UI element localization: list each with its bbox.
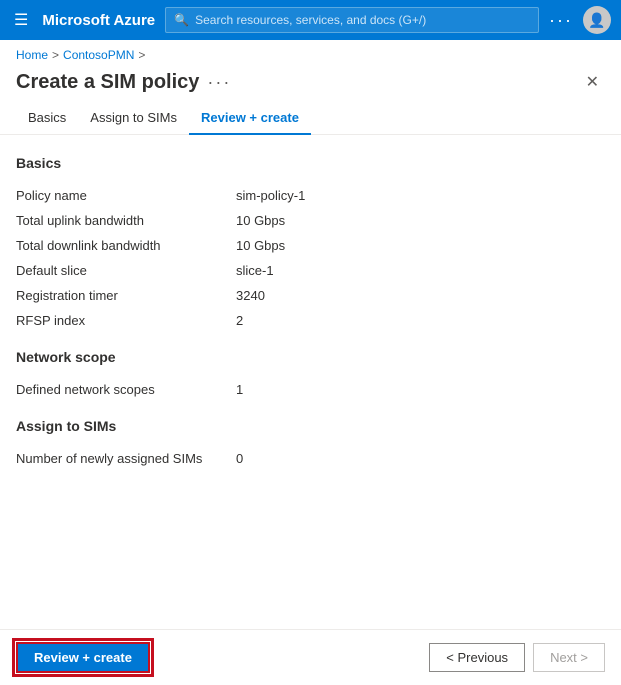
network-scope-table: Defined network scopes 1 <box>16 377 605 402</box>
basics-section-title: Basics <box>16 155 605 171</box>
downlink-bw-value: 10 Gbps <box>236 233 605 258</box>
main-area: Home > ContosoPMN > Create a SIM policy … <box>0 40 621 685</box>
page-header: Create a SIM policy ··· ✕ <box>0 66 621 102</box>
table-row: RFSP index 2 <box>16 308 605 333</box>
search-placeholder: Search resources, services, and docs (G+… <box>195 13 426 27</box>
assign-sims-section-title: Assign to SIMs <box>16 418 605 434</box>
search-icon: 🔍 <box>174 13 189 27</box>
policy-name-value[interactable]: sim-policy-1 <box>236 183 605 208</box>
breadcrumb: Home > ContosoPMN > <box>0 40 621 66</box>
footer: Review + create < Previous Next > <box>0 629 621 685</box>
new-sims-value[interactable]: 0 <box>236 446 605 471</box>
reg-timer-label: Registration timer <box>16 283 236 308</box>
basics-table: Policy name sim-policy-1 Total uplink ba… <box>16 183 605 333</box>
tabs-bar: Basics Assign to SIMs Review + create <box>0 102 621 135</box>
reg-timer-value: 3240 <box>236 283 605 308</box>
tab-assign-sims[interactable]: Assign to SIMs <box>78 102 189 135</box>
breadcrumb-sep2: > <box>138 48 145 62</box>
table-row: Total uplink bandwidth 10 Gbps <box>16 208 605 233</box>
policy-name-label: Policy name <box>16 183 236 208</box>
page-more-icon[interactable]: ··· <box>207 72 231 93</box>
downlink-bw-label: Total downlink bandwidth <box>16 233 236 258</box>
default-slice-label: Default slice <box>16 258 236 283</box>
table-row: Defined network scopes 1 <box>16 377 605 402</box>
table-row: Total downlink bandwidth 10 Gbps <box>16 233 605 258</box>
next-button: Next > <box>533 643 605 672</box>
uplink-bw-value: 10 Gbps <box>236 208 605 233</box>
default-slice-value[interactable]: slice-1 <box>236 258 605 283</box>
review-create-button[interactable]: Review + create <box>16 642 150 673</box>
breadcrumb-pmn[interactable]: ContosoPMN <box>63 48 134 62</box>
rfsp-label: RFSP index <box>16 308 236 333</box>
close-button[interactable]: ✕ <box>580 70 605 94</box>
page-title: Create a SIM policy <box>16 71 199 94</box>
table-row: Number of newly assigned SIMs 0 <box>16 446 605 471</box>
assign-sims-table: Number of newly assigned SIMs 0 <box>16 446 605 471</box>
table-row: Policy name sim-policy-1 <box>16 183 605 208</box>
app-logo: Microsoft Azure <box>42 12 155 29</box>
rfsp-value: 2 <box>236 308 605 333</box>
network-scope-section-title: Network scope <box>16 349 605 365</box>
breadcrumb-home[interactable]: Home <box>16 48 48 62</box>
table-row: Registration timer 3240 <box>16 283 605 308</box>
topbar-more-icon[interactable]: ··· <box>549 10 573 31</box>
defined-scopes-label: Defined network scopes <box>16 377 236 402</box>
defined-scopes-value[interactable]: 1 <box>236 377 605 402</box>
new-sims-label: Number of newly assigned SIMs <box>16 446 236 471</box>
tab-basics[interactable]: Basics <box>16 102 78 135</box>
user-avatar[interactable]: 👤 <box>583 6 611 34</box>
uplink-bw-label: Total uplink bandwidth <box>16 208 236 233</box>
search-bar[interactable]: 🔍 Search resources, services, and docs (… <box>165 7 539 33</box>
previous-button[interactable]: < Previous <box>429 643 525 672</box>
menu-icon[interactable]: ☰ <box>10 6 32 34</box>
table-row: Default slice slice-1 <box>16 258 605 283</box>
tab-review-create[interactable]: Review + create <box>189 102 311 135</box>
content-area: Basics Policy name sim-policy-1 Total up… <box>0 135 621 471</box>
topbar: ☰ Microsoft Azure 🔍 Search resources, se… <box>0 0 621 40</box>
page-title-row: Create a SIM policy ··· <box>16 71 231 94</box>
breadcrumb-sep1: > <box>52 48 59 62</box>
